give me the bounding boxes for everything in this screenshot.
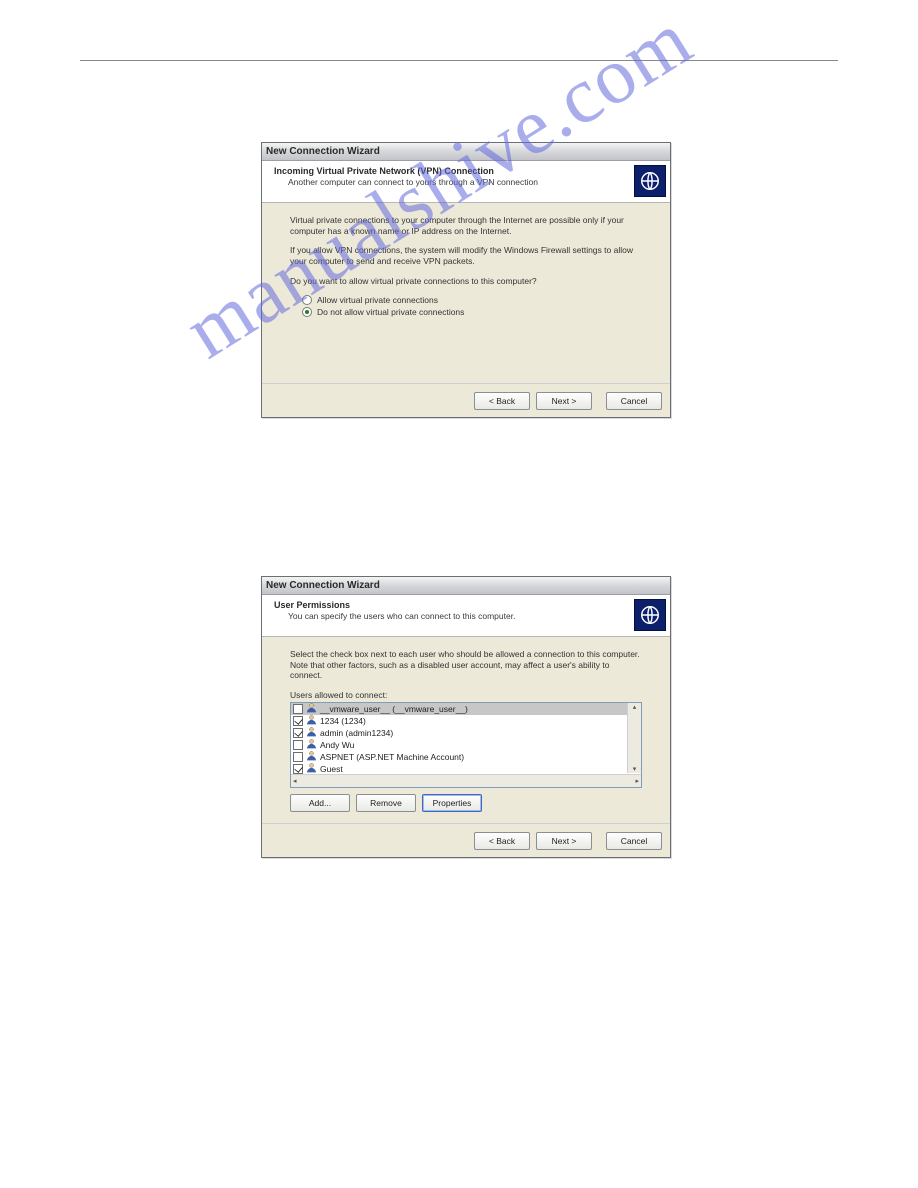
next-button[interactable]: Next > <box>536 832 592 850</box>
user-label: Andy Wu <box>320 740 354 750</box>
network-icon <box>634 165 666 197</box>
dialog-body: Select the check box next to each user w… <box>262 637 670 812</box>
back-button[interactable]: < Back <box>474 832 530 850</box>
page-top-rule <box>80 60 838 61</box>
user-label: Guest <box>320 764 343 774</box>
remove-button[interactable]: Remove <box>356 794 416 812</box>
dialog-body: Virtual private connections to your comp… <box>262 203 670 317</box>
wizard-dialog-users: New Connection Wizard User Permissions Y… <box>261 576 671 858</box>
info-text-2: If you allow VPN connections, the system… <box>290 245 642 266</box>
radio-allow-label: Allow virtual private connections <box>317 295 438 305</box>
add-button[interactable]: Add... <box>290 794 350 812</box>
radio-allow[interactable] <box>302 295 312 305</box>
instructions-text: Select the check box next to each user w… <box>290 649 642 681</box>
user-label: 1234 (1234) <box>320 716 366 726</box>
radio-disallow[interactable] <box>302 307 312 317</box>
radio-disallow-row[interactable]: Do not allow virtual private connections <box>302 307 642 317</box>
properties-button[interactable]: Properties <box>422 794 482 812</box>
user-row[interactable]: Guest <box>291 763 627 774</box>
wizard-dialog-vpn: New Connection Wizard Incoming Virtual P… <box>261 142 671 418</box>
scroll-down-icon[interactable]: ▾ <box>628 765 641 773</box>
user-row[interactable]: 1234 (1234) <box>291 715 627 727</box>
header-subtitle: You can specify the users who can connec… <box>288 611 662 621</box>
dialog-titlebar: New Connection Wizard <box>262 577 670 595</box>
dialog-title: New Connection Wizard <box>266 146 380 157</box>
scroll-right-icon[interactable]: ▸ <box>635 777 639 785</box>
user-icon <box>306 762 317 774</box>
user-row[interactable]: admin (admin1234) <box>291 727 627 739</box>
dialog-header: Incoming Virtual Private Network (VPN) C… <box>262 161 670 203</box>
cancel-button[interactable]: Cancel <box>606 392 662 410</box>
user-checkbox[interactable] <box>293 752 303 762</box>
user-checkbox[interactable] <box>293 740 303 750</box>
user-label: __vmware_user__ (__vmware_user__) <box>320 704 468 714</box>
info-text-1: Virtual private connections to your comp… <box>290 215 642 236</box>
cancel-button[interactable]: Cancel <box>606 832 662 850</box>
user-action-buttons: Add... Remove Properties <box>290 794 642 812</box>
header-title: User Permissions <box>274 600 662 610</box>
radio-allow-row[interactable]: Allow virtual private connections <box>302 295 642 305</box>
horizontal-scrollbar[interactable]: ◂ ▸ <box>291 774 641 787</box>
radio-disallow-label: Do not allow virtual private connections <box>317 307 464 317</box>
list-label: Users allowed to connect: <box>290 690 642 700</box>
dialog-titlebar: New Connection Wizard <box>262 143 670 161</box>
user-checkbox[interactable] <box>293 728 303 738</box>
user-row[interactable]: __vmware_user__ (__vmware_user__) <box>291 703 627 715</box>
user-label: ASPNET (ASP.NET Machine Account) <box>320 752 464 762</box>
header-title: Incoming Virtual Private Network (VPN) C… <box>274 166 662 176</box>
user-checkbox[interactable] <box>293 704 303 714</box>
header-subtitle: Another computer can connect to yours th… <box>288 177 662 187</box>
next-button[interactable]: Next > <box>536 392 592 410</box>
user-checkbox[interactable] <box>293 764 303 774</box>
list-rows: __vmware_user__ (__vmware_user__) 1234 (1… <box>291 703 627 774</box>
question-text: Do you want to allow virtual private con… <box>290 276 642 287</box>
wizard-button-bar: < Back Next > Cancel <box>262 823 670 857</box>
back-button[interactable]: < Back <box>474 392 530 410</box>
user-row[interactable]: ASPNET (ASP.NET Machine Account) <box>291 751 627 763</box>
vertical-scrollbar[interactable]: ▴ ▾ <box>627 703 641 773</box>
user-label: admin (admin1234) <box>320 728 393 738</box>
scroll-left-icon[interactable]: ◂ <box>293 777 297 785</box>
user-row[interactable]: Andy Wu <box>291 739 627 751</box>
dialog-header: User Permissions You can specify the use… <box>262 595 670 637</box>
user-checkbox[interactable] <box>293 716 303 726</box>
users-listbox[interactable]: __vmware_user__ (__vmware_user__) 1234 (1… <box>290 702 642 788</box>
scroll-up-icon[interactable]: ▴ <box>628 703 641 711</box>
network-icon <box>634 599 666 631</box>
dialog-title: New Connection Wizard <box>266 580 380 591</box>
wizard-button-bar: < Back Next > Cancel <box>262 383 670 417</box>
